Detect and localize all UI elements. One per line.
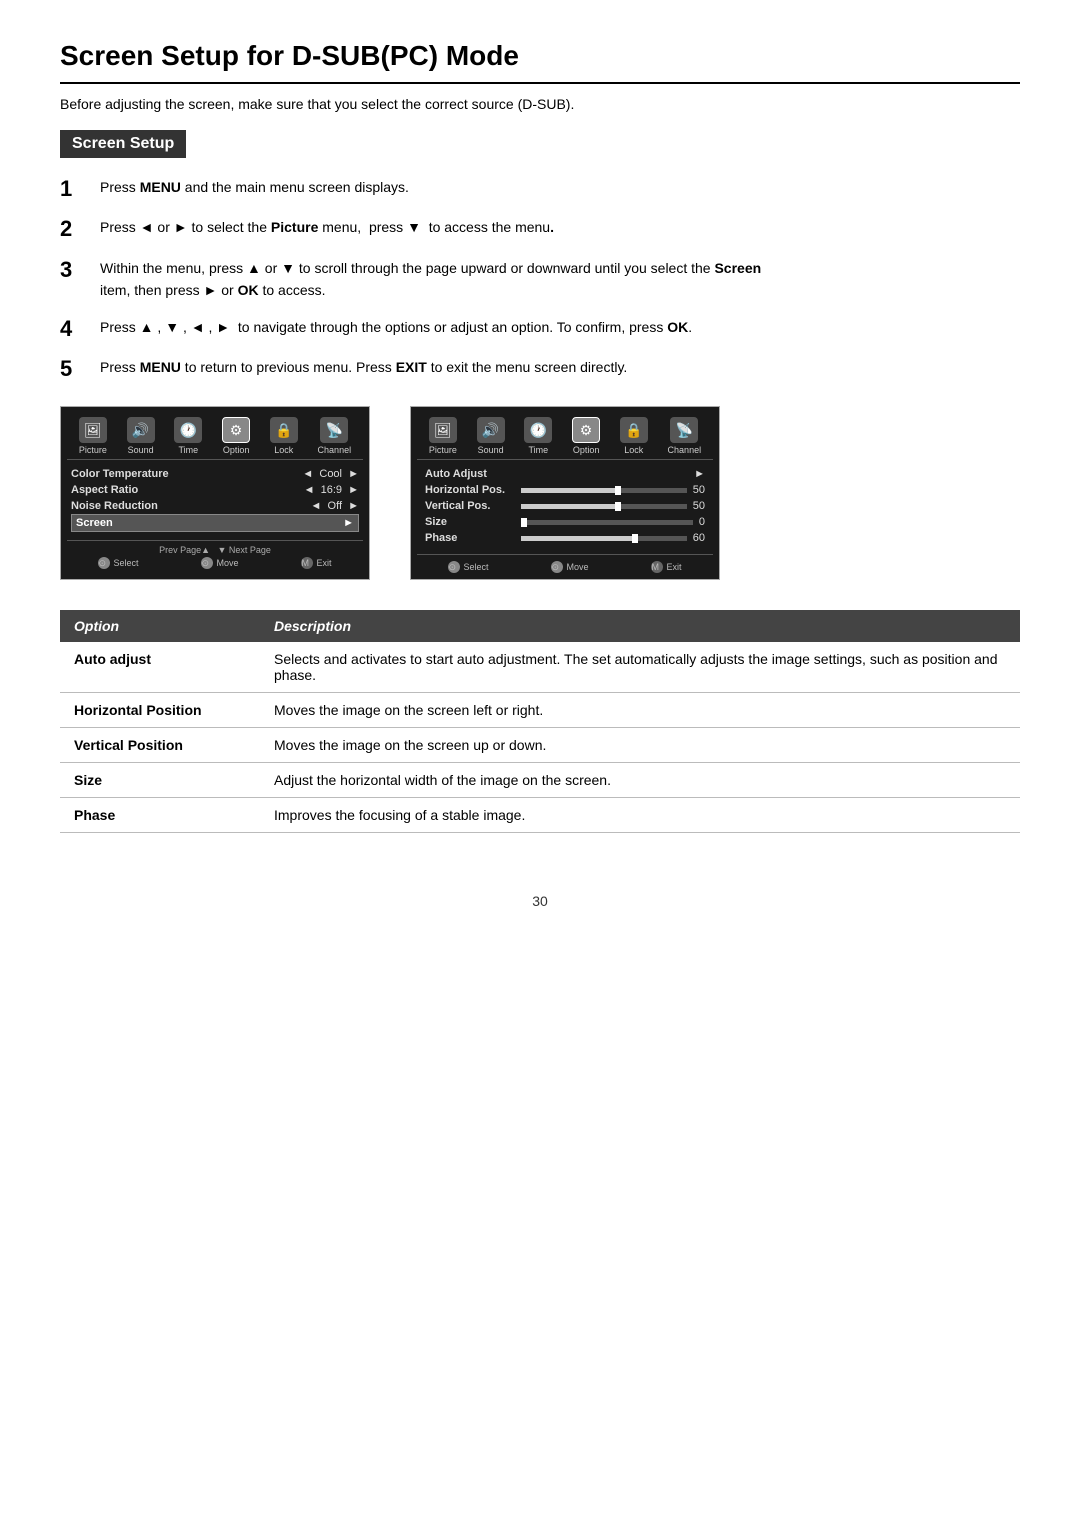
picture-icon: 🖼 [79, 417, 107, 443]
left-icon-option: ⚙ Option [222, 417, 250, 455]
option-auto-adjust: Auto adjust [60, 642, 260, 693]
left-row-aspect: Aspect Ratio ◄ 16:9 ► [71, 482, 359, 498]
option-icon: ⚙ [222, 417, 250, 443]
intro-text: Before adjusting the screen, make sure t… [60, 96, 1020, 112]
right-menu-icons: 🖼 Picture 🔊 Sound 🕐 Time ⚙ Option 🔒 Lock… [417, 413, 713, 460]
step-1: 1 Press MENU and the main menu screen di… [60, 176, 1020, 202]
right-footer-move: ⊙ Move [551, 561, 588, 573]
step-2: 2 Press ◄ or ► to select the Picture men… [60, 216, 1020, 242]
right-row-size: Size 0 [421, 514, 709, 530]
left-menu-footer: Prev Page▲ ▼ Next Page ⊙ Select ⊙ Move M… [67, 540, 363, 569]
step-1-text: Press MENU and the main menu screen disp… [100, 176, 409, 198]
menu-screenshots: 🖼 Picture 🔊 Sound 🕐 Time ⚙ Option 🔒 Lock… [60, 406, 1020, 580]
right-icon-option: ⚙ Option [572, 417, 600, 455]
r-picture-icon: 🖼 [429, 417, 457, 443]
table-row-vert-pos: Vertical Position Moves the image on the… [60, 728, 1020, 763]
left-footer-move: ⊙ Move [201, 557, 238, 569]
left-menu-box: 🖼 Picture 🔊 Sound 🕐 Time ⚙ Option 🔒 Lock… [60, 406, 370, 580]
step-1-num: 1 [60, 176, 90, 202]
left-icon-time: 🕐 Time [174, 417, 202, 455]
right-row-vert: Vertical Pos. 50 [421, 498, 709, 514]
lock-icon: 🔒 [270, 417, 298, 443]
desc-horiz-pos: Moves the image on the screen left or ri… [260, 693, 1020, 728]
option-size: Size [60, 763, 260, 798]
options-table: Option Description Auto adjust Selects a… [60, 610, 1020, 833]
table-header-row: Option Description [60, 610, 1020, 642]
desc-auto-adjust: Selects and activates to start auto adju… [260, 642, 1020, 693]
r-channel-icon: 📡 [670, 417, 698, 443]
page-title: Screen Setup for D-SUB(PC) Mode [60, 40, 1020, 84]
table-row-auto-adjust: Auto adjust Selects and activates to sta… [60, 642, 1020, 693]
r-time-icon: 🕐 [524, 417, 552, 443]
right-menu-footer: ⊙ Select ⊙ Move M Exit [417, 554, 713, 573]
right-row-horiz: Horizontal Pos. 50 [421, 482, 709, 498]
section-header: Screen Setup [60, 130, 186, 158]
left-icon-channel: 📡 Channel [318, 417, 352, 455]
channel-icon: 📡 [320, 417, 348, 443]
table-row-size: Size Adjust the horizontal width of the … [60, 763, 1020, 798]
table-header-option: Option [60, 610, 260, 642]
option-vert-pos: Vertical Position [60, 728, 260, 763]
right-footer-exit: M Exit [651, 561, 681, 573]
table-row-phase: Phase Improves the focusing of a stable … [60, 798, 1020, 833]
steps-container: 1 Press MENU and the main menu screen di… [60, 176, 1020, 382]
table-header-description: Description [260, 610, 1020, 642]
left-row-color-temp: Color Temperature ◄ Cool ► [71, 466, 359, 482]
left-row-screen: Screen ► [71, 514, 359, 532]
right-menu-box: 🖼 Picture 🔊 Sound 🕐 Time ⚙ Option 🔒 Lock… [410, 406, 720, 580]
step-4-num: 4 [60, 316, 90, 342]
sound-icon: 🔊 [127, 417, 155, 443]
right-menu-rows: Auto Adjust ► Horizontal Pos. 50 Vertica… [417, 464, 713, 548]
r-option-icon: ⚙ [572, 417, 600, 443]
left-menu-icons: 🖼 Picture 🔊 Sound 🕐 Time ⚙ Option 🔒 Lock… [67, 413, 363, 460]
left-footer-exit: M Exit [301, 557, 331, 569]
right-icon-sound: 🔊 Sound [477, 417, 505, 455]
desc-size: Adjust the horizontal width of the image… [260, 763, 1020, 798]
step-4: 4 Press ▲ , ▼ , ◄ , ► to navigate throug… [60, 316, 1020, 342]
step-5-text: Press MENU to return to previous menu. P… [100, 356, 627, 378]
step-3: 3 Within the menu, press ▲ or ▼ to scrol… [60, 257, 1020, 302]
left-menu-rows: Color Temperature ◄ Cool ► Aspect Ratio … [67, 464, 363, 534]
prev-next-label: Prev Page▲ ▼ Next Page [67, 545, 363, 555]
step-5: 5 Press MENU to return to previous menu.… [60, 356, 1020, 382]
step-3-text: Within the menu, press ▲ or ▼ to scroll … [100, 257, 761, 302]
option-phase: Phase [60, 798, 260, 833]
left-footer-select: ⊙ Select [98, 557, 138, 569]
right-icon-channel: 📡 Channel [668, 417, 702, 455]
left-icon-sound: 🔊 Sound [127, 417, 155, 455]
left-icon-picture: 🖼 Picture [79, 417, 107, 455]
desc-phase: Improves the focusing of a stable image. [260, 798, 1020, 833]
left-row-noise: Noise Reduction ◄ Off ► [71, 498, 359, 514]
option-horiz-pos: Horizontal Position [60, 693, 260, 728]
right-footer-row: ⊙ Select ⊙ Move M Exit [417, 561, 713, 573]
step-3-num: 3 [60, 257, 90, 283]
left-icon-lock: 🔒 Lock [270, 417, 298, 455]
step-2-num: 2 [60, 216, 90, 242]
step-2-text: Press ◄ or ► to select the Picture menu,… [100, 216, 554, 238]
left-footer-row: ⊙ Select ⊙ Move M Exit [67, 557, 363, 569]
r-sound-icon: 🔊 [477, 417, 505, 443]
right-icon-lock: 🔒 Lock [620, 417, 648, 455]
page-number: 30 [60, 893, 1020, 909]
right-row-phase: Phase 60 [421, 530, 709, 546]
right-footer-select: ⊙ Select [448, 561, 488, 573]
right-row-auto-adjust: Auto Adjust ► [421, 466, 709, 482]
desc-vert-pos: Moves the image on the screen up or down… [260, 728, 1020, 763]
table-row-horiz-pos: Horizontal Position Moves the image on t… [60, 693, 1020, 728]
right-icon-time: 🕐 Time [524, 417, 552, 455]
step-4-text: Press ▲ , ▼ , ◄ , ► to navigate through … [100, 316, 692, 338]
r-lock-icon: 🔒 [620, 417, 648, 443]
right-icon-picture: 🖼 Picture [429, 417, 457, 455]
step-5-num: 5 [60, 356, 90, 382]
time-icon: 🕐 [174, 417, 202, 443]
